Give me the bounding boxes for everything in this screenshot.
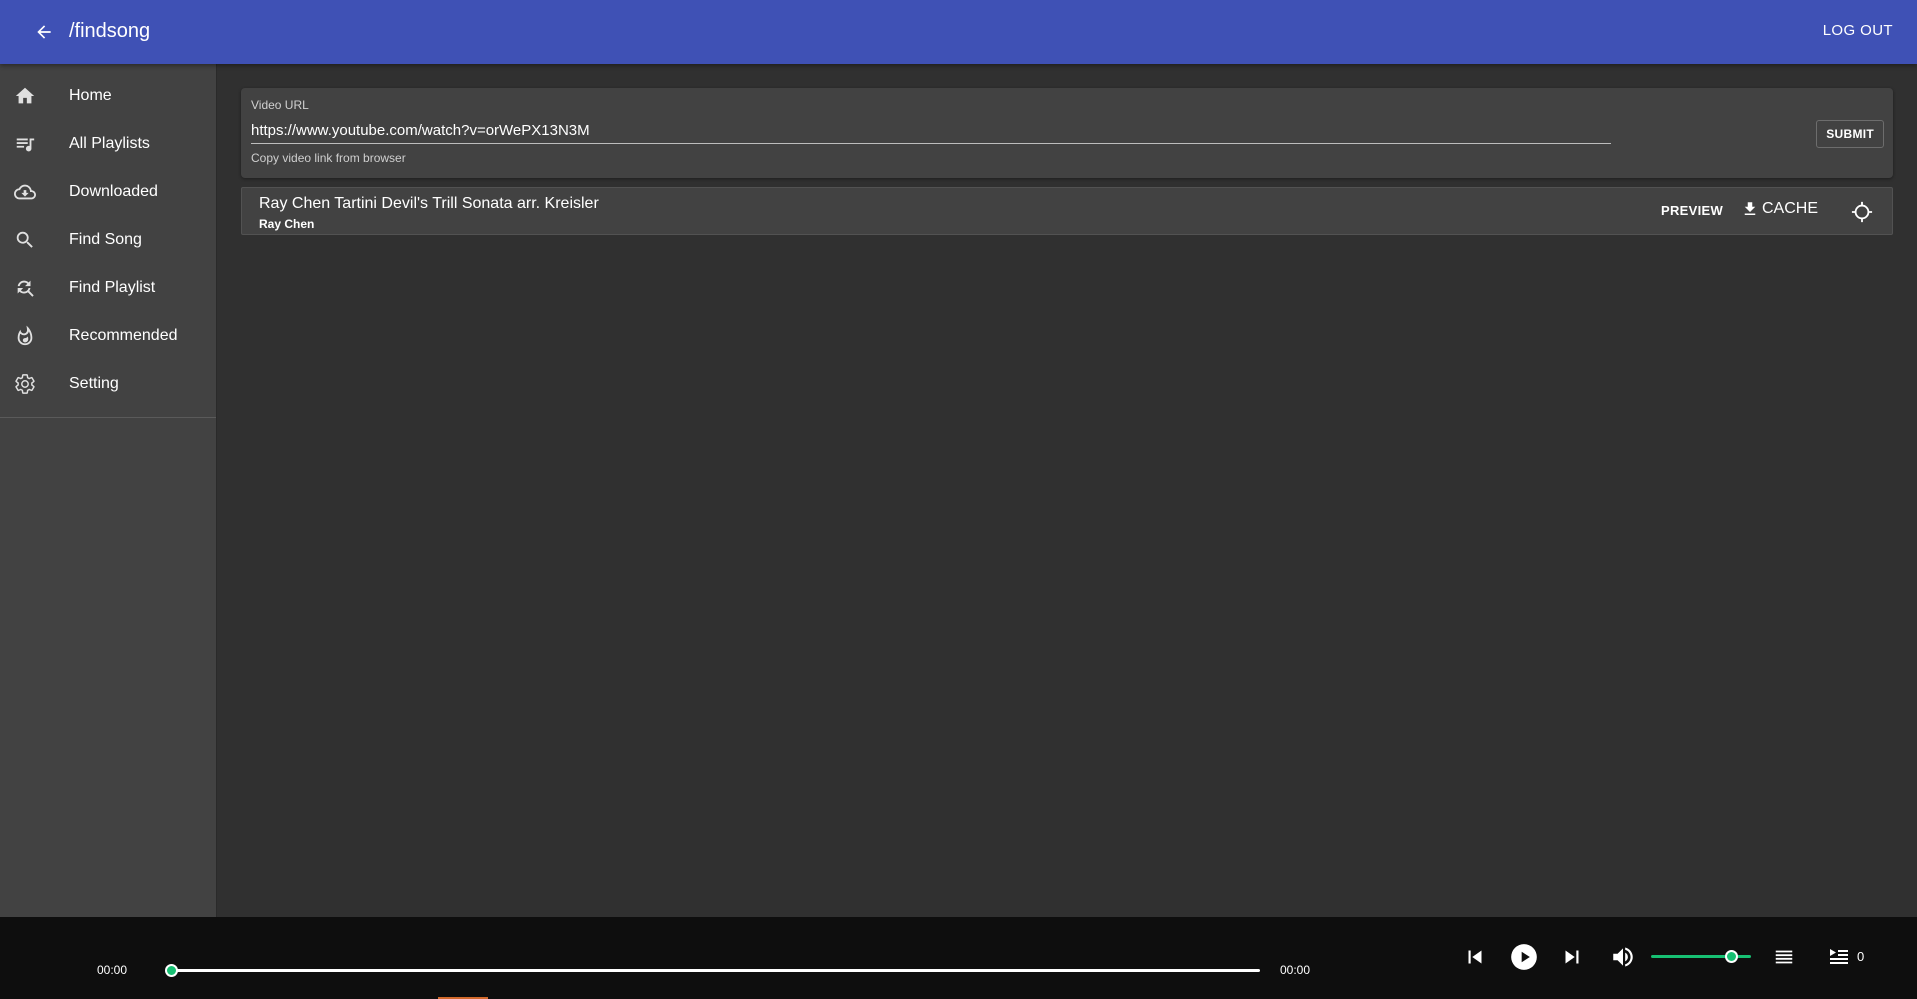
seek-handle[interactable] [165,964,178,977]
gear-icon [13,372,37,396]
current-time: 00:00 [97,963,128,977]
list-icon [1775,950,1793,964]
crosshair-icon [1851,201,1873,223]
page-title: /findsong [69,20,151,42]
sidebar-item-all-playlists[interactable]: All Playlists [0,120,216,168]
next-button[interactable] [1558,943,1586,971]
queue-count: 0 [1857,949,1865,964]
sidebar-item-label: Downloaded [69,183,158,200]
search-icon [13,228,37,252]
queue-icon [1830,949,1848,964]
volume-button[interactable] [1609,943,1637,971]
home-icon [13,84,37,108]
sidebar-item-label: Setting [69,375,119,392]
play-button[interactable] [1510,943,1538,971]
sidebar: Home All Playlists Downloaded Find Song … [0,64,217,917]
play-circle-icon [1511,944,1537,970]
download-icon [1744,202,1756,215]
back-button[interactable] [28,16,60,48]
find-replace-icon [13,276,37,300]
player-bar: 00:00 00:00 0 [0,917,1917,999]
skip-next-icon [1565,950,1579,964]
seek-bar[interactable] [170,969,1260,972]
playlist-icon [13,132,37,156]
song-artist: Ray Chen [259,217,315,231]
sidebar-item-label: Home [69,87,112,104]
sidebar-item-setting[interactable]: Setting [0,360,216,408]
volume-up-icon [1613,947,1633,967]
sidebar-item-label: Find Song [69,231,142,248]
url-field-label: Video URL [251,98,309,112]
sidebar-item-label: Recommended [69,327,178,344]
url-form: Video URL Copy video link from browser S… [241,88,1893,178]
sidebar-divider [0,417,216,418]
queue-button[interactable] [1825,943,1853,971]
cache-button[interactable]: CACHE [1741,200,1818,218]
playlist-view-button[interactable] [1770,943,1798,971]
sidebar-item-recommended[interactable]: Recommended [0,312,216,360]
sidebar-item-downloaded[interactable]: Downloaded [0,168,216,216]
logout-button[interactable]: LOG OUT [1823,22,1893,39]
fire-icon [13,324,37,348]
sidebar-item-home[interactable]: Home [0,72,216,120]
app-bar: /findsong LOG OUT [0,0,1917,64]
skip-previous-icon [1468,950,1482,964]
sidebar-item-label: Find Playlist [69,279,156,296]
volume-handle[interactable] [1725,950,1738,963]
url-helper-text: Copy video link from browser [251,151,406,165]
cloud-download-icon [13,180,37,204]
total-time: 00:00 [1280,963,1311,977]
previous-button[interactable] [1461,943,1489,971]
cache-label: CACHE [1762,200,1819,217]
main-content: Video URL Copy video link from browser S… [241,88,1893,235]
preview-button[interactable]: PREVIEW [1661,203,1723,218]
locate-button[interactable] [1850,200,1874,224]
song-result-card: Ray Chen Tartini Devil's Trill Sonata ar… [241,187,1893,235]
video-url-input[interactable] [251,118,1611,144]
sidebar-item-find-song[interactable]: Find Song [0,216,216,264]
arrow-back-icon [37,25,51,39]
submit-button[interactable]: SUBMIT [1816,120,1884,148]
sidebar-item-label: All Playlists [69,135,150,152]
song-title: Ray Chen Tartini Devil's Trill Sonata ar… [259,195,599,212]
sidebar-item-find-playlist[interactable]: Find Playlist [0,264,216,312]
